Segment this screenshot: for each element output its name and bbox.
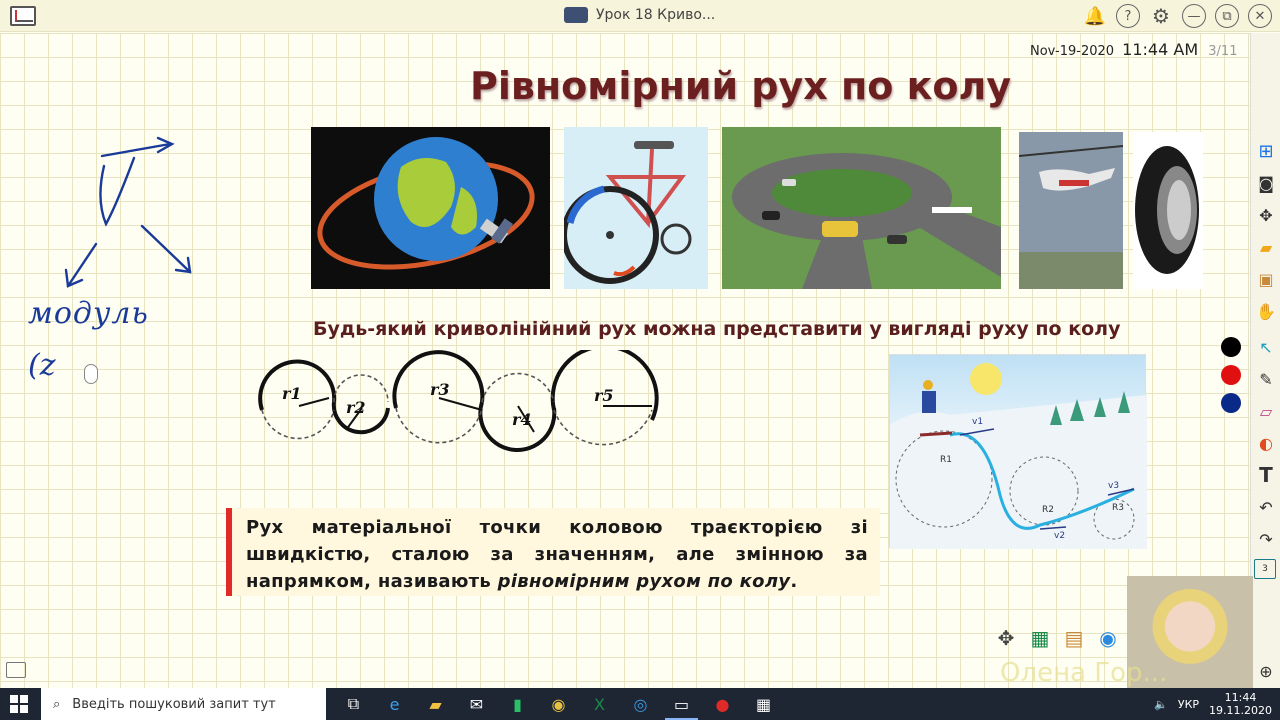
- window-title: Урок 18 Криво...: [564, 7, 715, 23]
- bicycle-wheel-image: [564, 127, 708, 289]
- volume-icon[interactable]: 🔈: [1154, 698, 1168, 711]
- pen-color-navy[interactable]: [1221, 393, 1241, 413]
- circles-diagram: r1 r2 r3 r4 r5: [254, 344, 664, 474]
- text-tool-icon[interactable]: T: [1254, 463, 1278, 487]
- document-icon: [564, 7, 588, 23]
- task-view-icon[interactable]: ⧉: [333, 688, 374, 720]
- calculator-icon[interactable]: ▦: [743, 688, 784, 720]
- definition-box: Рух матеріальної точки коловою траєкторі…: [226, 508, 880, 596]
- webcam-name: Олена Гор...: [1000, 658, 1168, 688]
- language-indicator[interactable]: УКР: [1178, 698, 1199, 711]
- bell-icon[interactable]: 🔔: [1083, 4, 1107, 28]
- taskbar: ⌕ Введіть пошуковий запит тут ⧉ e ▰ ✉ ▮ …: [0, 688, 1280, 720]
- windows-icon[interactable]: ⊞: [1254, 139, 1278, 163]
- right-toolbar: ⊞ ◙ ✥ ▰ ▣ ✋ ↖ ✎ ▱ ◐ T ↶ ↷ 3 ⊕: [1250, 33, 1280, 688]
- window-controls: 🔔 ? ⚙ — ⧉ ✕: [1083, 4, 1272, 28]
- clipboard-icon[interactable]: ▤: [1060, 624, 1088, 652]
- box-icon[interactable]: ▣: [1254, 267, 1278, 291]
- gallery-icon[interactable]: [6, 662, 26, 678]
- select-arrow-icon[interactable]: ↖: [1254, 335, 1278, 359]
- move-icon[interactable]: ✥: [1254, 203, 1278, 227]
- pen-color-black[interactable]: [1221, 337, 1241, 357]
- excel-icon[interactable]: X: [579, 688, 620, 720]
- recorder-icon[interactable]: ●: [702, 688, 743, 720]
- mail-icon[interactable]: ✉: [456, 688, 497, 720]
- shapes-icon[interactable]: ◐: [1254, 431, 1278, 455]
- definition-end: .: [790, 571, 798, 592]
- date-text: Nov-19-2020: [1030, 44, 1115, 59]
- help-icon[interactable]: ?: [1116, 4, 1140, 28]
- title-bar: Урок 18 Криво... 🔔 ? ⚙ — ⧉ ✕: [0, 0, 1280, 32]
- slide-title: Рівномірний рух по колу: [470, 64, 1012, 108]
- mouse-cursor-icon: [84, 364, 98, 384]
- skier-label-v2: v2: [1054, 531, 1066, 541]
- undo-icon[interactable]: ↶: [1254, 495, 1278, 519]
- zoom-icon[interactable]: ⊕: [1254, 659, 1278, 683]
- browser-icon[interactable]: ◎: [620, 688, 661, 720]
- taskbar-apps: ⧉ e ▰ ✉ ▮ ◉ X ◎ ▭ ● ▦: [333, 688, 784, 720]
- start-button[interactable]: [10, 695, 28, 713]
- handwritten-partial: (z: [28, 348, 56, 383]
- edge-icon[interactable]: e: [374, 688, 415, 720]
- file-explorer-icon[interactable]: ▰: [415, 688, 456, 720]
- radius-label-r1: r1: [282, 384, 302, 403]
- radius-label-r2: r2: [346, 398, 366, 417]
- definition-term: рівномірним рухом по колу: [497, 571, 791, 592]
- slide-subtitle: Будь-який криволінійний рух можна предст…: [313, 318, 1121, 340]
- roundabout-image: [722, 127, 1001, 289]
- helicopter-image: [1019, 132, 1123, 289]
- skier-label-v1: v1: [972, 417, 984, 427]
- earth-orbit-image: [311, 127, 550, 289]
- clock-time: 11:44: [1224, 691, 1257, 704]
- tire-image: [1133, 132, 1203, 289]
- eraser-icon[interactable]: ▱: [1254, 399, 1278, 423]
- minimize-button[interactable]: —: [1182, 4, 1206, 28]
- window-title-text: Урок 18 Криво...: [596, 7, 716, 23]
- taskbar-search[interactable]: ⌕ Введіть пошуковий запит тут: [41, 688, 326, 720]
- time-text: 11:44 AM: [1122, 40, 1199, 59]
- search-icon: ⌕: [53, 696, 61, 712]
- radius-label-r3: r3: [430, 380, 450, 399]
- restore-button[interactable]: ⧉: [1215, 4, 1239, 28]
- date-time-display: Nov-19-2020 11:44 AM 3/11: [1030, 40, 1237, 59]
- marker-icon[interactable]: ✎: [1254, 367, 1278, 391]
- board-icon[interactable]: ▦: [1026, 624, 1054, 652]
- taskbar-clock[interactable]: 11:44 19.11.2020: [1209, 691, 1272, 717]
- move-icon[interactable]: ✥: [992, 624, 1020, 652]
- chrome-icon[interactable]: ◉: [538, 688, 579, 720]
- whiteboard-app-icon[interactable]: ▭: [661, 688, 702, 720]
- page-badge[interactable]: 3: [1254, 559, 1276, 579]
- folder-icon[interactable]: ▰: [1254, 235, 1278, 259]
- definition-paragraph: Рух матеріальної точки коловою траєкторі…: [246, 514, 868, 595]
- handwritten-annotations: v модуль (z: [0, 120, 220, 404]
- close-button[interactable]: ✕: [1248, 4, 1272, 28]
- screenshot-icon[interactable]: ◙: [1254, 171, 1278, 195]
- pen-color-red[interactable]: [1221, 365, 1241, 385]
- skier-label-r3: R3: [1112, 503, 1124, 513]
- app-logo-icon[interactable]: [10, 6, 36, 26]
- radius-label-r5: r5: [594, 386, 614, 405]
- browser-icon[interactable]: ◉: [1094, 624, 1122, 652]
- system-tray: 🔈 УКР 11:44 19.11.2020: [1154, 688, 1272, 720]
- green-app-icon[interactable]: ▮: [497, 688, 538, 720]
- gear-icon[interactable]: ⚙: [1149, 4, 1173, 28]
- hand-icon[interactable]: ✋: [1254, 299, 1278, 323]
- skier-label-r1: R1: [940, 455, 952, 465]
- skier-label-r2: R2: [1042, 505, 1054, 515]
- page-counter: 3/11: [1208, 44, 1238, 59]
- redo-icon[interactable]: ↷: [1254, 527, 1278, 551]
- search-placeholder: Введіть пошуковий запит тут: [72, 696, 276, 712]
- clock-date: 19.11.2020: [1209, 704, 1272, 717]
- radius-label-r4: r4: [512, 410, 532, 429]
- skier-label-v3: v3: [1108, 481, 1120, 491]
- skier-trajectory-image: R1 R2 R3 v1 v2 v3: [889, 354, 1147, 549]
- handwritten-word: модуль: [28, 296, 149, 331]
